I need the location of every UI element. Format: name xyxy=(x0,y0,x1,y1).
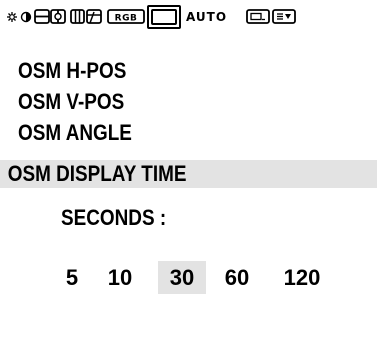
menu-item-label: OSM V-POS xyxy=(18,89,125,114)
size-position-icon[interactable] xyxy=(34,3,68,31)
menu-item-label: OSM H-POS xyxy=(18,58,127,83)
menu-item-osm-display-time[interactable]: OSM DISPLAY TIME xyxy=(0,160,377,188)
menu-item-osm-h-pos[interactable]: OSM H-POS xyxy=(0,57,377,85)
svg-text:RGB: RGB xyxy=(115,14,138,24)
menu-item-label: OSM ANGLE xyxy=(18,120,132,145)
option-10-seconds[interactable]: 10 xyxy=(100,261,140,294)
seconds-label: SECONDS : xyxy=(61,205,167,230)
menu-item-osm-angle[interactable]: OSM ANGLE xyxy=(0,119,377,147)
option-60-seconds[interactable]: 60 xyxy=(216,261,258,294)
information-icon[interactable] xyxy=(272,3,298,31)
geometry-icon[interactable] xyxy=(70,3,104,31)
input-select-icon[interactable] xyxy=(246,3,272,31)
osd-menu: RGB AUTO OSM H-POS OSM V-POS OSM ANGLE O… xyxy=(0,0,377,361)
menu-item-osm-v-pos[interactable]: OSM V-POS xyxy=(0,88,377,116)
option-120-seconds[interactable]: 120 xyxy=(276,261,328,294)
osm-settings-icon[interactable] xyxy=(147,3,181,31)
brightness-contrast-icon[interactable] xyxy=(6,3,32,31)
auto-label: AUTO xyxy=(186,10,228,24)
option-5-seconds[interactable]: 5 xyxy=(58,261,86,294)
rgb-icon[interactable]: RGB xyxy=(107,3,145,31)
option-30-seconds[interactable]: 30 xyxy=(158,261,206,294)
auto-adjust-icon[interactable]: AUTO xyxy=(182,3,240,31)
icon-bar: RGB AUTO xyxy=(6,3,374,31)
menu-item-label: OSM DISPLAY TIME xyxy=(7,161,187,186)
